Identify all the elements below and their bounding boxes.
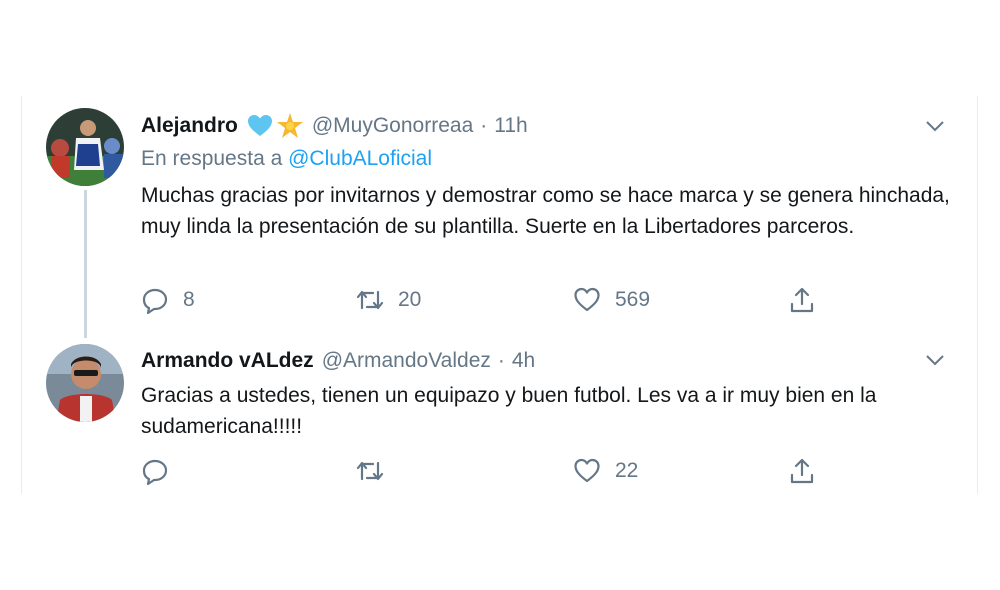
frame-right-border	[977, 96, 978, 494]
separator-dot: ·	[497, 349, 505, 372]
chevron-down-icon[interactable]	[923, 116, 947, 136]
star-icon	[276, 113, 304, 139]
thread-connector-line	[84, 190, 87, 338]
reply-to-link[interactable]: @ClubALoficial	[288, 147, 432, 170]
reply-icon	[142, 459, 168, 485]
reply-context: En respuesta a @ClubALoficial	[141, 144, 957, 174]
avatar-photo-icon	[46, 108, 124, 186]
reply-button[interactable]	[141, 454, 183, 488]
timestamp[interactable]: 11h	[494, 114, 527, 138]
display-name[interactable]: Alejandro	[141, 114, 238, 138]
retweet-button[interactable]	[356, 454, 398, 488]
share-icon	[790, 458, 814, 484]
separator-dot: ·	[480, 114, 488, 137]
tweet-header: Armando vALdez @ArmandoValdez · 4h	[141, 346, 957, 376]
avatar[interactable]	[46, 344, 124, 422]
blue-heart-icon	[246, 113, 274, 139]
share-button[interactable]	[788, 454, 816, 488]
tweet-actions: 8 20 569	[141, 283, 861, 317]
avatar-photo-icon	[46, 344, 124, 422]
reply-icon	[142, 288, 168, 314]
retweet-button[interactable]: 20	[356, 283, 421, 317]
share-icon	[790, 287, 814, 313]
reply-prefix: En respuesta a	[141, 147, 283, 170]
retweet-count: 20	[398, 288, 422, 311]
tweet-text: Muchas gracias por invitarnos y demostra…	[141, 184, 950, 238]
like-button[interactable]: 569	[573, 283, 650, 317]
reply-button[interactable]: 8	[141, 283, 195, 317]
like-button[interactable]: 22	[573, 454, 638, 488]
retweet-icon	[356, 461, 384, 481]
avatar[interactable]	[46, 108, 124, 186]
chevron-down-icon[interactable]	[923, 350, 947, 370]
user-handle[interactable]: @ArmandoValdez	[322, 349, 491, 373]
tweet[interactable]: Armando vALdez @ArmandoValdez · 4h Graci…	[22, 340, 977, 500]
tweet-text: Gracias a ustedes, tienen un equipazo y …	[141, 384, 877, 438]
heart-icon	[574, 458, 600, 483]
like-count: 569	[615, 288, 651, 311]
share-button[interactable]	[788, 283, 816, 317]
like-count: 22	[615, 459, 639, 482]
retweet-icon	[356, 290, 384, 310]
timestamp[interactable]: 4h	[512, 349, 535, 373]
tweet[interactable]: Alejandro @MuyGonorreaa · 11h En respues…	[22, 100, 977, 338]
tweet-actions: 22	[141, 454, 861, 488]
display-name[interactable]: Armando vALdez	[141, 349, 314, 373]
heart-icon	[574, 287, 600, 312]
user-handle[interactable]: @MuyGonorreaa	[312, 114, 473, 138]
tweet-header: Alejandro @MuyGonorreaa · 11h	[141, 111, 957, 141]
reply-count: 8	[183, 288, 195, 311]
